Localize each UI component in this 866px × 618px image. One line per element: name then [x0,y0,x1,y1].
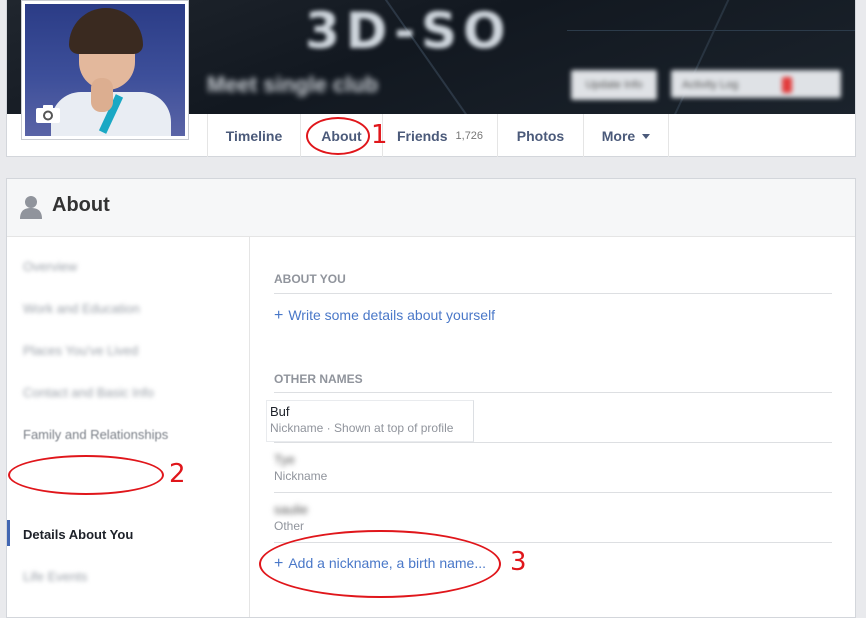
other-name-value[interactable]: Buf [270,404,290,419]
annotation-number: 2 [169,459,186,489]
profile-picture[interactable] [21,0,189,140]
sidebar-item-places[interactable]: Places You've Lived [23,343,138,358]
sidebar-item-details-about-you[interactable]: Details About You [23,527,133,542]
divider [274,542,832,543]
sidebar-item-contact-info[interactable]: Contact and Basic Info [23,385,154,400]
sidebar-item-overview[interactable]: Overview [23,259,77,274]
write-details-link[interactable]: + Write some details about yourself [274,307,495,325]
profile-header: 3D-SO Meet single club Update Info Activ… [6,0,856,157]
tab-friends[interactable]: Friends 1,726 [382,114,497,157]
tab-label: More [601,127,636,144]
photo-shape [91,78,113,112]
activity-log-button[interactable]: Activity Log [671,70,841,98]
tab-label: Friends [396,127,448,144]
activity-log-label: Activity Log [682,79,739,91]
sidebar-item-family[interactable]: Family and Relationships [23,427,168,442]
tab-photos[interactable]: Photos [497,114,583,157]
sidebar-item-life-events[interactable]: Life Events [23,569,87,584]
annotation-number: 1 [371,120,388,150]
divider [274,492,832,493]
add-nickname-link[interactable]: + Add a nickname, a birth name... [274,555,486,573]
profile-photo [25,4,185,136]
other-name-type: Other [274,519,305,533]
cover-decoration [567,30,855,31]
friends-count: 1,726 [455,129,484,142]
camera-icon[interactable] [35,104,63,124]
update-info-button[interactable]: Update Info [571,70,657,100]
annotation-number: 3 [510,547,527,577]
tab-timeline[interactable]: Timeline [207,114,300,157]
active-indicator [7,520,10,546]
about-you-heading: ABOUT YOU [274,272,346,286]
other-name-value[interactable]: saulie [274,502,308,517]
add-nickname-label: Add a nickname, a birth name... [288,555,487,571]
about-card: About Overview Work and Education Places… [6,178,856,618]
write-details-label: Write some details about yourself [288,307,496,323]
about-header: About [7,179,855,237]
plus-icon: + [274,555,284,572]
profile-tabs: Timeline About Friends 1,726 Photos More [207,114,669,157]
person-icon [20,196,42,219]
about-sidebar: Overview Work and Education Places You'v… [7,237,250,617]
cover-logo: 3D-SO [305,2,512,60]
cover-subtitle: Meet single club [207,72,379,97]
tab-label: About [321,127,362,144]
plus-icon: + [274,307,284,324]
other-name-type: Nickname · Shown at top of profile [270,421,454,435]
tab-about[interactable]: About [300,114,382,157]
divider [274,442,832,443]
other-names-heading: OTHER NAMES [274,372,363,386]
chevron-down-icon [642,134,651,139]
other-name-type: Nickname [274,469,328,483]
divider [274,392,832,393]
tab-label: Photos [516,127,565,144]
page-title: About [52,194,110,216]
divider [274,293,832,294]
tab-label: Timeline [225,127,283,144]
tab-more[interactable]: More [583,114,669,157]
other-name-value[interactable]: Tye [274,452,295,467]
notification-indicator [782,77,792,93]
photo-shape [69,8,143,54]
sidebar-item-work-education[interactable]: Work and Education [23,301,140,316]
